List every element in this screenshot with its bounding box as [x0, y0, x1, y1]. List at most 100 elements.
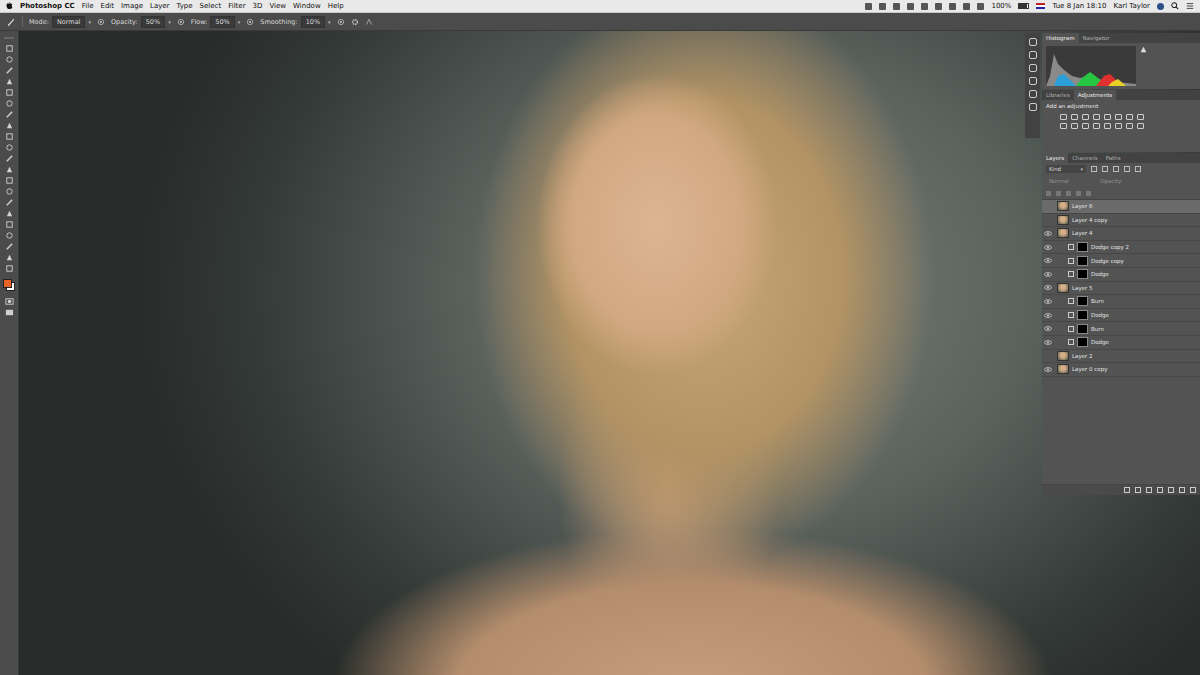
lock-icon[interactable]	[1046, 191, 1051, 196]
filter-icon[interactable]	[1124, 166, 1130, 172]
app-menu[interactable]: Photoshop CC	[20, 2, 75, 10]
option-field[interactable]: Opacity:50%▾	[111, 16, 171, 28]
warning-icon[interactable]	[1140, 46, 1147, 53]
adjustment-icon[interactable]	[1137, 123, 1144, 129]
layer-action-icon[interactable]	[1157, 487, 1163, 493]
option-field[interactable]: Mode:Normal▾	[29, 16, 91, 28]
user-name[interactable]: Karl Taylor	[1114, 2, 1150, 10]
pressure-icon[interactable]	[337, 18, 345, 26]
tool-icon[interactable]	[5, 77, 14, 86]
mask-thumbnail[interactable]	[1077, 256, 1088, 266]
tool-icon[interactable]	[5, 187, 14, 196]
layer-name[interactable]: Dodge copy 2	[1091, 244, 1129, 250]
status-icon[interactable]	[963, 3, 970, 10]
adjustment-icon[interactable]	[1071, 114, 1078, 120]
eye-icon[interactable]	[1044, 367, 1052, 372]
menu-item[interactable]: Help	[328, 2, 344, 10]
status-icon[interactable]	[949, 3, 956, 10]
adjustment-icon[interactable]	[1126, 114, 1133, 120]
layer-name[interactable]: Dodge copy	[1091, 258, 1124, 264]
apple-icon[interactable]	[6, 2, 13, 10]
quick-mask-icon[interactable]	[5, 297, 14, 306]
status-icon[interactable]	[907, 3, 914, 10]
adjustment-icon[interactable]	[1126, 123, 1133, 129]
panel-icon[interactable]	[1029, 51, 1037, 59]
brush-icon[interactable]	[6, 17, 16, 27]
panel-tab[interactable]: Adjustments	[1074, 90, 1116, 100]
tool-icon[interactable]	[5, 88, 14, 97]
panel-icon[interactable]	[1029, 90, 1037, 98]
layer-row[interactable]: Burn	[1042, 295, 1200, 309]
mask-thumbnail[interactable]	[1077, 269, 1088, 279]
eye-icon[interactable]	[1044, 326, 1052, 331]
tool-icon[interactable]	[5, 253, 14, 262]
pressure-icon[interactable]	[246, 18, 254, 26]
layer-name[interactable]: Dodge	[1091, 312, 1109, 318]
eye-icon[interactable]	[1044, 245, 1052, 250]
layer-row[interactable]: Layer 6	[1042, 200, 1200, 214]
tool-icon[interactable]	[5, 176, 14, 185]
layer-action-icon[interactable]	[1135, 487, 1141, 493]
tool-icon[interactable]	[5, 44, 14, 53]
layer-name[interactable]: Layer 6	[1072, 203, 1093, 209]
adjustment-icon[interactable]	[1082, 123, 1089, 129]
panel-tab[interactable]: Layers	[1042, 153, 1068, 163]
mask-thumbnail[interactable]	[1077, 242, 1088, 252]
menu-item[interactable]: Layer	[150, 2, 170, 10]
status-icon[interactable]	[893, 3, 900, 10]
tool-icon[interactable]	[5, 110, 14, 119]
clock[interactable]: Tue 8 Jan 18:10	[1052, 2, 1106, 10]
mask-thumbnail[interactable]	[1077, 337, 1088, 347]
layer-action-icon[interactable]	[1179, 487, 1185, 493]
adjustment-icon[interactable]	[1093, 123, 1100, 129]
mask-thumbnail[interactable]	[1077, 310, 1088, 320]
tool-icon[interactable]	[5, 66, 14, 75]
pressure-icon[interactable]	[177, 18, 185, 26]
adjustment-icon[interactable]	[1060, 123, 1067, 129]
eye-icon[interactable]	[1044, 272, 1052, 277]
eye-icon[interactable]	[1044, 299, 1052, 304]
lock-icon[interactable]	[1066, 191, 1071, 196]
layer-row[interactable]: Dodge	[1042, 309, 1200, 323]
tool-icon[interactable]	[5, 165, 14, 174]
panel-tab[interactable]: Channels	[1068, 153, 1101, 163]
layer-action-icon[interactable]	[1190, 487, 1196, 493]
lock-icon[interactable]	[1086, 191, 1091, 196]
eye-icon[interactable]	[1044, 231, 1052, 236]
status-icon[interactable]	[865, 3, 872, 10]
layer-name[interactable]: Dodge	[1091, 339, 1109, 345]
adjustment-icon[interactable]	[1115, 123, 1122, 129]
filter-icon[interactable]	[1113, 166, 1119, 172]
layer-name[interactable]: Layer 4	[1072, 230, 1093, 236]
tool-icon[interactable]	[5, 154, 14, 163]
status-icon[interactable]	[977, 3, 984, 10]
eye-icon[interactable]	[1044, 313, 1052, 318]
panel-icon[interactable]	[1029, 38, 1037, 46]
menu-item[interactable]: Edit	[100, 2, 114, 10]
tool-icon[interactable]	[5, 143, 14, 152]
layer-row[interactable]: Layer 5	[1042, 282, 1200, 296]
screen-mode-icon[interactable]	[5, 308, 14, 317]
layer-name[interactable]: Layer 0 copy	[1072, 366, 1107, 372]
layer-row[interactable]: Layer 0 copy	[1042, 363, 1200, 377]
layer-action-icon[interactable]	[1124, 487, 1130, 493]
lock-icon[interactable]	[1076, 191, 1081, 196]
symmetry-icon[interactable]	[365, 18, 373, 26]
document-canvas[interactable]: HistogramNavigatorLibrariesAdjustmentsAd…	[19, 31, 1200, 675]
menu-item[interactable]: Window	[293, 2, 321, 10]
layer-name[interactable]: Burn	[1091, 298, 1104, 304]
adjustment-icon[interactable]	[1071, 123, 1078, 129]
filter-icon[interactable]	[1135, 166, 1141, 172]
option-field[interactable]: Flow:50%▾	[191, 16, 241, 28]
layer-row[interactable]: Dodge copy	[1042, 254, 1200, 268]
tool-icon[interactable]	[5, 231, 14, 240]
status-icon[interactable]	[935, 3, 942, 10]
panel-icon[interactable]	[1029, 103, 1037, 111]
flag-icon[interactable]	[1036, 3, 1045, 9]
menu-item[interactable]: 3D	[253, 2, 263, 10]
adjustment-icon[interactable]	[1104, 114, 1111, 120]
panel-icon[interactable]	[1029, 77, 1037, 85]
option-field[interactable]: Smoothing:10%▾	[260, 16, 330, 28]
search-icon[interactable]	[1171, 2, 1179, 10]
adjustment-icon[interactable]	[1093, 114, 1100, 120]
